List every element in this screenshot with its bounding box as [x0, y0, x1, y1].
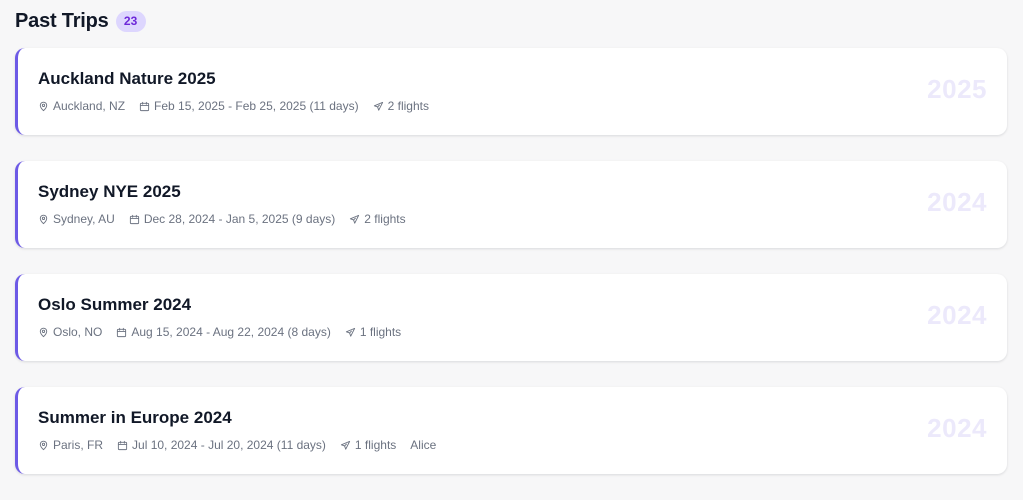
- trip-meta: Sydney, AU Dec 28, 2024 - Jan 5, 2025 (9…: [38, 211, 1007, 227]
- trip-dates: Jul 10, 2024 - Jul 20, 2024 (11 days): [117, 437, 326, 453]
- trip-title: Summer in Europe 2024: [38, 408, 232, 427]
- past-trips-page: Past Trips 23 Auckland Nature 2025 Auckl…: [0, 0, 1023, 500]
- trip-dates-text: Feb 15, 2025 - Feb 25, 2025 (11 days): [154, 99, 359, 113]
- calendar-icon: [117, 327, 127, 337]
- trip-dates-text: Dec 28, 2024 - Jan 5, 2025 (9 days): [143, 212, 336, 226]
- trip-title: Sydney NYE 2025: [38, 182, 181, 201]
- calendar-icon: [139, 101, 150, 111]
- map-pin-icon: [39, 327, 48, 337]
- trip-location: Sydney, AU: [38, 211, 115, 227]
- trip-card[interactable]: Oslo Summer 2024 Oslo, NO Aug 15, 2024 -…: [15, 274, 1007, 361]
- trip-flights: 1 flights: [345, 324, 401, 340]
- trip-location-text: Auckland, NZ: [53, 99, 126, 113]
- trip-year-watermark: 2024: [927, 187, 987, 217]
- trip-meta: Paris, FR Jul 10, 2024 - Jul 20, 2024 (1…: [38, 437, 1007, 453]
- plane-icon: [373, 101, 383, 111]
- trip-dates: Dec 28, 2024 - Jan 5, 2025 (9 days): [129, 211, 335, 227]
- trip-count-badge: 23: [115, 10, 146, 32]
- trip-location-text: Oslo, NO: [53, 325, 103, 339]
- trip-year-watermark: 2024: [927, 300, 987, 330]
- trip-location: Paris, FR: [38, 437, 103, 453]
- trip-traveler: Alice: [410, 438, 437, 452]
- trip-location-text: Sydney, AU: [53, 212, 115, 226]
- trip-flights: 1 flights: [340, 437, 396, 453]
- trip-location: Auckland, NZ: [38, 98, 125, 114]
- trip-year-watermark: 2025: [927, 74, 987, 104]
- plane-icon: [345, 327, 355, 337]
- page-title: Past Trips: [15, 9, 109, 32]
- calendar-icon: [117, 440, 128, 450]
- trip-dates: Feb 15, 2025 - Feb 25, 2025 (11 days): [139, 98, 359, 114]
- plane-icon: [350, 214, 360, 224]
- trip-flights-text: 2 flights: [387, 99, 429, 113]
- trip-flights: 2 flights: [373, 98, 429, 114]
- trip-title: Auckland Nature 2025: [38, 69, 216, 88]
- trip-meta: Oslo, NO Aug 15, 2024 - Aug 22, 2024 (8 …: [38, 324, 1007, 340]
- calendar-icon: [129, 214, 139, 224]
- trip-card[interactable]: Summer in Europe 2024 Paris, FR Jul 10, …: [15, 387, 1007, 474]
- trip-flights-text: 2 flights: [364, 212, 406, 226]
- trip-location-text: Paris, FR: [53, 438, 104, 452]
- trip-card[interactable]: Sydney NYE 2025 Sydney, AU Dec 28, 2024 …: [15, 161, 1007, 248]
- map-pin-icon: [39, 440, 48, 450]
- trip-flights-text: 1 flights: [359, 325, 402, 339]
- trip-dates: Aug 15, 2024 - Aug 22, 2024 (8 days): [116, 324, 331, 340]
- trip-flights-text: 1 flights: [354, 438, 397, 452]
- map-pin-icon: [39, 101, 48, 111]
- trip-title: Oslo Summer 2024: [38, 295, 192, 314]
- trip-meta: Auckland, NZ Feb 15, 2025 - Feb 25, 2025…: [38, 98, 1007, 114]
- trip-card[interactable]: Auckland Nature 2025 Auckland, NZ Feb 15…: [15, 48, 1007, 135]
- trip-dates-text: Aug 15, 2024 - Aug 22, 2024 (8 days): [131, 325, 331, 339]
- trip-location: Oslo, NO: [38, 324, 102, 340]
- page-header: Past Trips 23: [15, 9, 1007, 33]
- plane-icon: [340, 440, 351, 450]
- trip-list: Auckland Nature 2025 Auckland, NZ Feb 15…: [15, 48, 1007, 474]
- trip-dates-text: Jul 10, 2024 - Jul 20, 2024 (11 days): [132, 438, 326, 452]
- trip-flights: 2 flights: [349, 211, 406, 227]
- map-pin-icon: [39, 214, 48, 224]
- trip-year-watermark: 2024: [927, 413, 987, 443]
